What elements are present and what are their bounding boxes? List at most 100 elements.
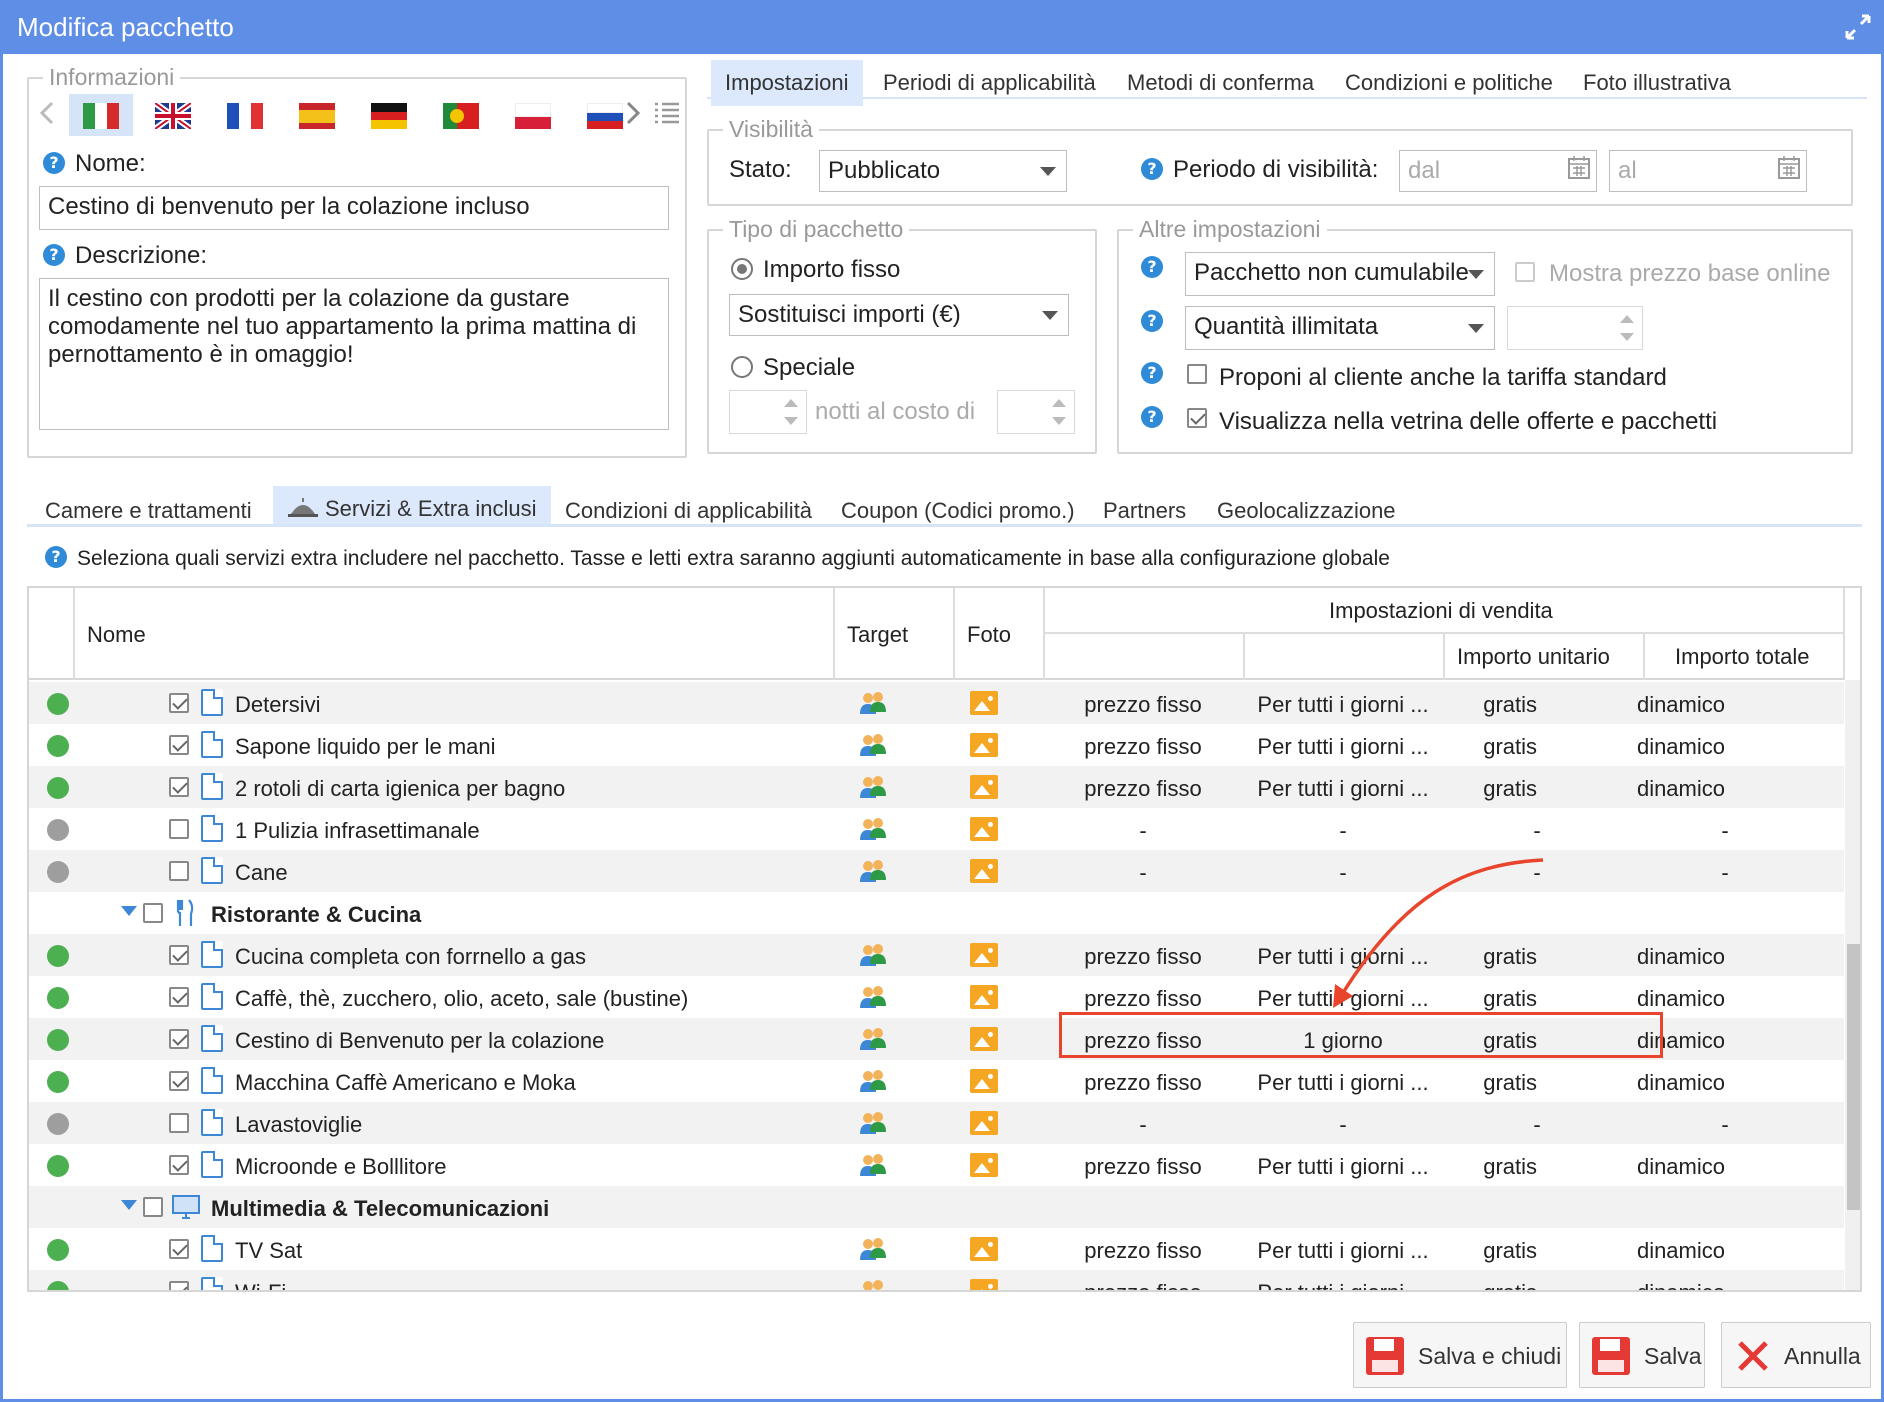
- tab-foto[interactable]: Foto illustrativa: [1569, 60, 1745, 106]
- group-row[interactable]: Ristorante & Cucina: [29, 892, 1844, 934]
- photo-icon[interactable]: [970, 1111, 998, 1135]
- flag-ru-icon[interactable]: [587, 103, 623, 129]
- photo-icon[interactable]: [970, 775, 998, 799]
- target-users-icon[interactable]: [858, 1026, 888, 1052]
- row-checkbox[interactable]: [169, 861, 189, 881]
- radio-speciale[interactable]: [731, 356, 753, 378]
- col-nome[interactable]: Nome: [87, 622, 146, 648]
- expand-triangle-icon[interactable]: [121, 906, 137, 918]
- target-users-icon[interactable]: [858, 732, 888, 758]
- quantita-select[interactable]: Quantità illimitata: [1185, 306, 1495, 350]
- target-users-icon[interactable]: [858, 942, 888, 968]
- tab-coupon[interactable]: Coupon (Codici promo.): [827, 488, 1089, 534]
- help-icon[interactable]: ?: [1141, 310, 1163, 332]
- quantity-stepper[interactable]: [1507, 306, 1643, 350]
- row-checkbox[interactable]: [169, 819, 189, 839]
- target-users-icon[interactable]: [858, 1278, 888, 1292]
- tab-geolocalizzazione[interactable]: Geolocalizzazione: [1203, 488, 1410, 534]
- table-row[interactable]: Cucina completa con forrnello a gas prezz…: [29, 934, 1844, 976]
- photo-icon[interactable]: [970, 733, 998, 757]
- photo-icon[interactable]: [970, 1069, 998, 1093]
- help-icon[interactable]: ?: [1141, 362, 1163, 384]
- table-row[interactable]: TV Sat prezzo fisso Per tutti i giorni ...…: [29, 1228, 1844, 1270]
- expand-triangle-icon[interactable]: [121, 1200, 137, 1212]
- save-button[interactable]: Salva: [1579, 1322, 1705, 1388]
- flag-es-icon[interactable]: [299, 103, 335, 129]
- row-checkbox[interactable]: [169, 1155, 189, 1175]
- radio-importo-fisso[interactable]: [731, 258, 753, 280]
- help-icon[interactable]: ?: [1141, 406, 1163, 428]
- row-checkbox[interactable]: [169, 777, 189, 797]
- tab-camere[interactable]: Camere e trattamenti: [31, 488, 266, 534]
- table-row[interactable]: Microonde e Bolllitore prezzo fisso Per tu…: [29, 1144, 1844, 1186]
- flag-fr-icon[interactable]: [227, 103, 263, 129]
- chevron-right-icon[interactable]: [623, 98, 643, 128]
- cancel-button[interactable]: Annulla: [1721, 1322, 1871, 1388]
- sostituisci-select[interactable]: Sostituisci importi (€): [729, 294, 1069, 336]
- cumulabile-select[interactable]: Pacchetto non cumulabile: [1185, 252, 1495, 296]
- chevron-left-icon[interactable]: [37, 98, 57, 128]
- flag-pl-icon[interactable]: [515, 103, 551, 129]
- target-users-icon[interactable]: [858, 774, 888, 800]
- col-foto[interactable]: Foto: [967, 622, 1011, 648]
- target-users-icon[interactable]: [858, 1152, 888, 1178]
- calendar-icon[interactable]: [1567, 154, 1591, 180]
- tab-partners[interactable]: Partners: [1089, 488, 1200, 534]
- target-users-icon[interactable]: [858, 1236, 888, 1262]
- flag-en-icon[interactable]: [155, 103, 191, 129]
- target-users-icon[interactable]: [858, 1068, 888, 1094]
- col-target[interactable]: Target: [847, 622, 908, 648]
- row-checkbox[interactable]: [169, 987, 189, 1007]
- row-checkbox[interactable]: [169, 1071, 189, 1091]
- target-users-icon[interactable]: [858, 1110, 888, 1136]
- visualizza-checkbox[interactable]: [1187, 408, 1207, 428]
- calendar-icon[interactable]: [1777, 154, 1801, 180]
- flag-it-icon[interactable]: [83, 103, 119, 129]
- table-row[interactable]: Sapone liquido per le mani prezzo fisso Pe…: [29, 724, 1844, 766]
- table-row[interactable]: 2 rotoli di carta igienica per bagno prez…: [29, 766, 1844, 808]
- tab-periodi[interactable]: Periodi di applicabilità: [869, 60, 1110, 106]
- tab-condizioni-applicabilita[interactable]: Condizioni di applicabilità: [551, 488, 826, 534]
- photo-icon[interactable]: [970, 817, 998, 841]
- photo-icon[interactable]: [970, 1237, 998, 1261]
- target-users-icon[interactable]: [858, 690, 888, 716]
- table-row[interactable]: Cane - - - -: [29, 850, 1844, 892]
- row-checkbox[interactable]: [169, 1029, 189, 1049]
- photo-icon[interactable]: [970, 1279, 998, 1290]
- help-icon[interactable]: ?: [43, 152, 65, 174]
- target-users-icon[interactable]: [858, 858, 888, 884]
- save-close-button[interactable]: Salva e chiudi: [1353, 1322, 1567, 1388]
- target-users-icon[interactable]: [858, 984, 888, 1010]
- photo-icon[interactable]: [970, 1027, 998, 1051]
- row-checkbox[interactable]: [169, 735, 189, 755]
- scrollbar-thumb[interactable]: [1847, 944, 1860, 1210]
- table-row[interactable]: Macchina Caffè Americano e Moka prezzo fi…: [29, 1060, 1844, 1102]
- cost-stepper[interactable]: [997, 390, 1075, 434]
- flag-de-icon[interactable]: [371, 103, 407, 130]
- help-icon[interactable]: ?: [45, 546, 67, 568]
- flag-pt-icon[interactable]: [443, 103, 479, 129]
- tab-metodi[interactable]: Metodi di conferma: [1113, 60, 1328, 106]
- row-checkbox[interactable]: [169, 1239, 189, 1259]
- table-row[interactable]: Lavastoviglie - - - -: [29, 1102, 1844, 1144]
- proponi-checkbox[interactable]: [1187, 364, 1207, 384]
- target-users-icon[interactable]: [858, 816, 888, 842]
- table-row[interactable]: 1 Pulizia infrasettimanale - - - -: [29, 808, 1844, 850]
- tab-condizioni[interactable]: Condizioni e politiche: [1331, 60, 1567, 106]
- row-checkbox[interactable]: [169, 1113, 189, 1133]
- group-row[interactable]: Multimedia & Telecomunicazioni: [29, 1186, 1844, 1228]
- nights-stepper[interactable]: [729, 390, 807, 434]
- help-icon[interactable]: ?: [1141, 256, 1163, 278]
- tab-impostazioni[interactable]: Impostazioni: [711, 60, 863, 106]
- col-totale[interactable]: Importo totale: [1675, 644, 1810, 670]
- list-icon[interactable]: [653, 100, 681, 124]
- photo-icon[interactable]: [970, 1153, 998, 1177]
- stato-select[interactable]: Pubblicato: [819, 150, 1067, 192]
- help-icon[interactable]: ?: [1141, 158, 1163, 180]
- name-input[interactable]: Cestino di benvenuto per la colazione in…: [39, 186, 669, 230]
- photo-icon[interactable]: [970, 985, 998, 1009]
- group-checkbox[interactable]: [143, 1197, 163, 1217]
- row-checkbox[interactable]: [169, 945, 189, 965]
- photo-icon[interactable]: [970, 691, 998, 715]
- photo-icon[interactable]: [970, 859, 998, 883]
